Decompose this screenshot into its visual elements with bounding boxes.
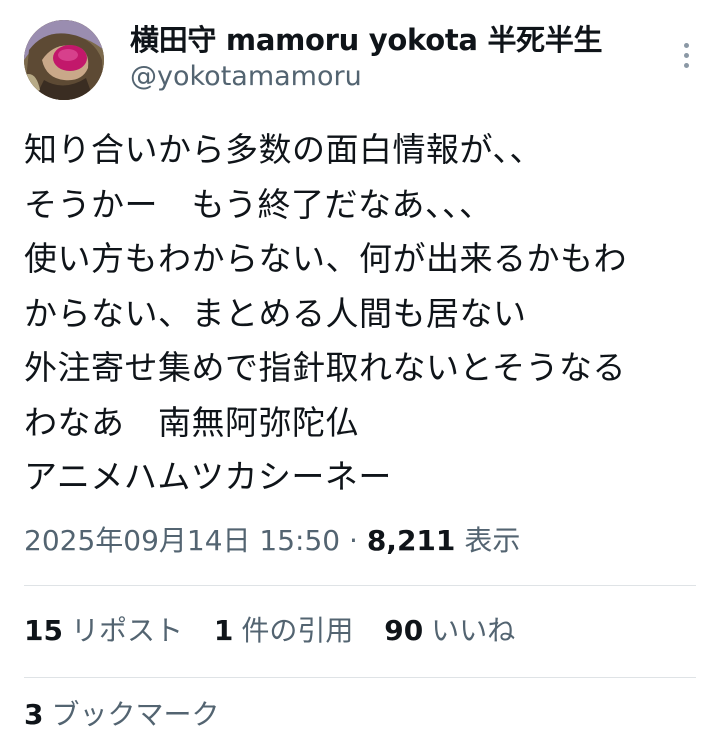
timestamp[interactable]: 2025年09月14日 15:50 (24, 524, 340, 557)
more-options-button[interactable] (672, 38, 700, 72)
quotes-label: 件の引用 (241, 614, 354, 647)
reposts-count: 15 (24, 614, 63, 647)
meta-separator: · (349, 524, 358, 557)
likes-stat[interactable]: 90 いいね (384, 610, 515, 652)
tweet-line: アニメハムツカシーネー (24, 457, 392, 496)
tweet-header: 横田守 mamoru yokota 半死半生 @yokotamamoru (24, 20, 700, 104)
bookmarks-stat[interactable]: 3 ブックマーク (24, 695, 220, 735)
author-handle[interactable]: @yokotamamoru (130, 60, 602, 94)
reposts-stat[interactable]: 15 リポスト (24, 610, 183, 652)
tweet-line: からない、まとめる人間も居ない (24, 293, 527, 333)
author-display-name[interactable]: 横田守 mamoru yokota 半死半生 (130, 22, 603, 58)
engagement-stats: 15 リポスト 1 件の引用 90 いいね (24, 610, 537, 652)
tweet-line: そうかー もう終了だなあ、、、 (24, 184, 493, 224)
author-names: 横田守 mamoru yokota 半死半生 @yokotamamoru (130, 22, 603, 94)
bookmarks-label: ブックマーク (51, 698, 220, 731)
tweet-meta: 2025年09月14日 15:50 · 8,211 表示 (24, 521, 520, 561)
views-count: 8,211 (366, 524, 456, 557)
bookmarks-count: 3 (24, 698, 44, 731)
views-label: 表示 (464, 524, 521, 557)
tweet-text: 知り合いから多数の面白情報が、、 そうかー もう終了だなあ、、、 使い方もわから… (24, 123, 700, 505)
likes-label: いいね (431, 614, 516, 647)
tweet-line: 知り合いから多数の面白情報が、、 (24, 130, 543, 169)
avatar[interactable] (24, 20, 104, 100)
divider (24, 677, 696, 678)
quotes-count: 1 (213, 614, 234, 647)
tweet-line: 使い方もわからない、何が出来るかもわ (24, 239, 627, 278)
divider (24, 585, 696, 586)
more-dots-icon (683, 42, 689, 48)
avatar-image (24, 20, 104, 100)
tweet-line: 外注寄せ集めで指針取れないとそうなる (24, 348, 627, 387)
quotes-stat[interactable]: 1 件の引用 (214, 610, 354, 652)
tweet-line: わなあ 南無阿弥陀仏 (24, 402, 359, 442)
reposts-label: リポスト (70, 614, 183, 647)
likes-count: 90 (384, 614, 424, 647)
